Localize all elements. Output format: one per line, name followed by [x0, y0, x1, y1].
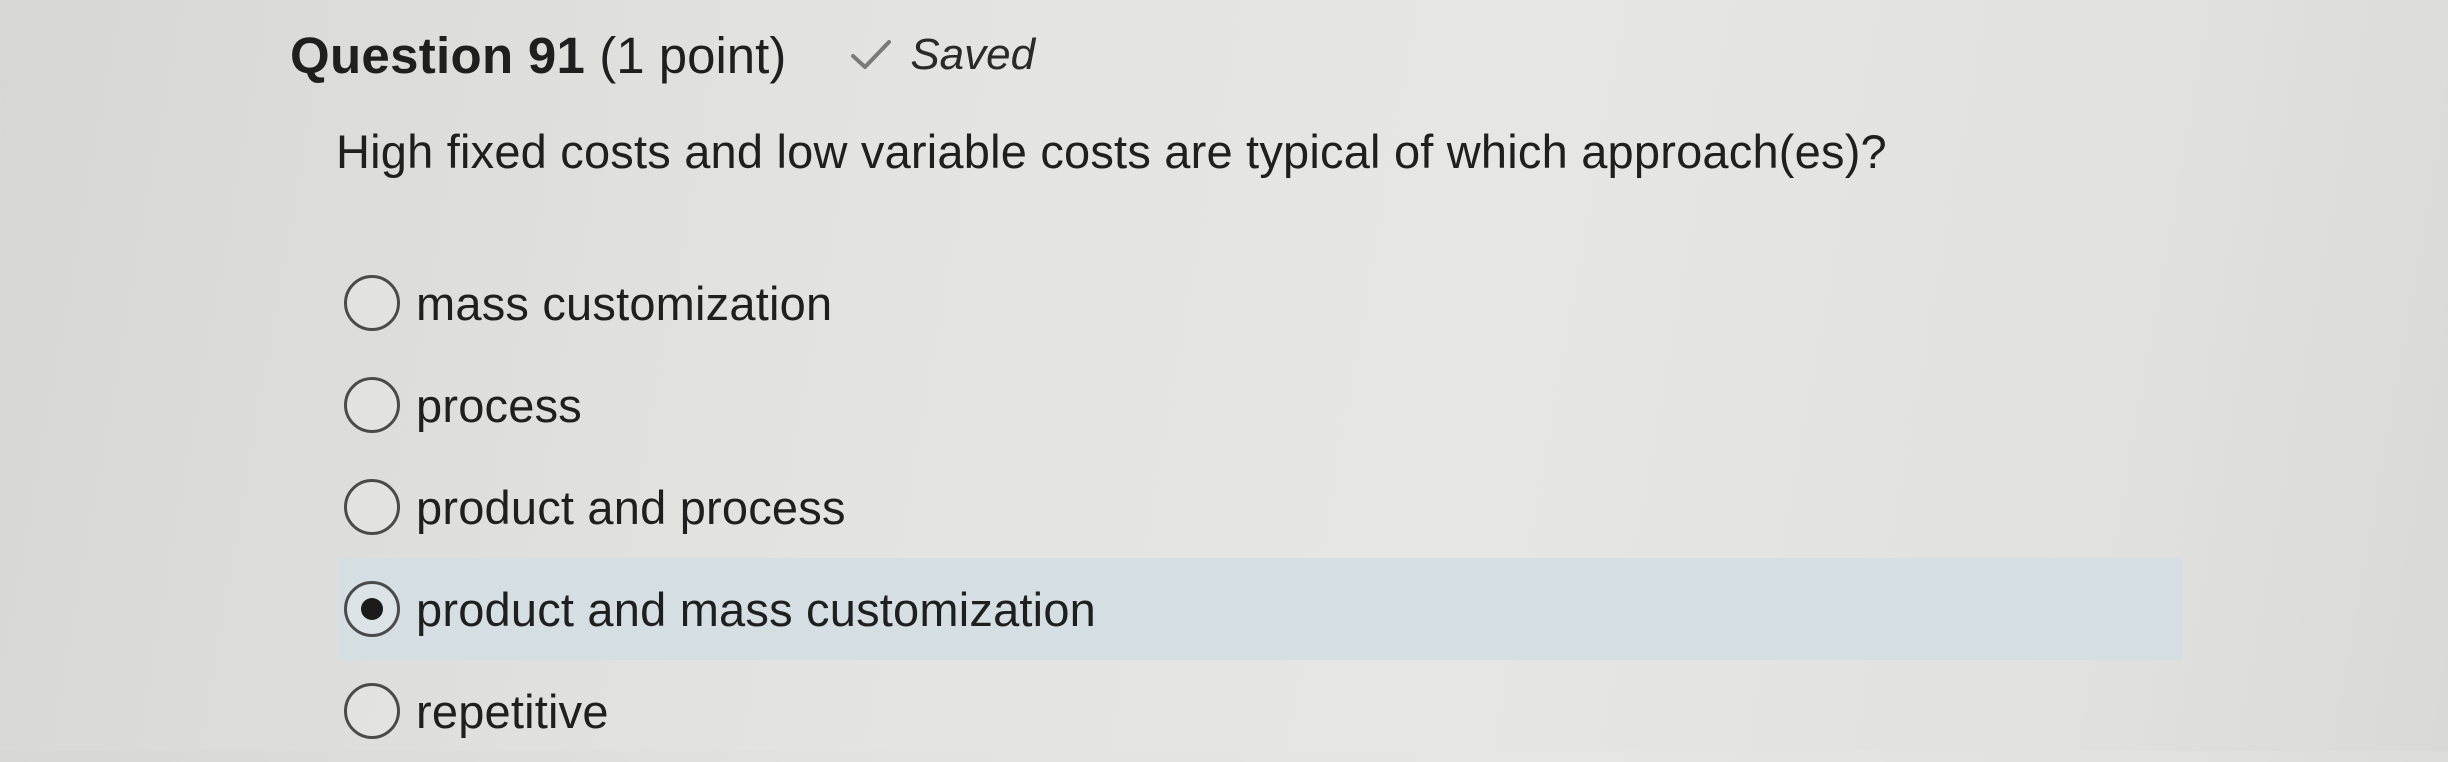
question-points: (1 point) [599, 26, 787, 84]
option-label[interactable]: repetitive [416, 684, 609, 739]
radio-button-selected[interactable] [344, 581, 400, 637]
option-product-and-mass-customization[interactable]: product and mass customization [338, 558, 2182, 660]
saved-status-text: Saved [910, 30, 1036, 79]
radio-selected-dot [361, 598, 383, 620]
option-process[interactable]: process [338, 354, 2182, 456]
option-label[interactable]: process [416, 378, 582, 433]
option-product-and-process[interactable]: product and process [338, 456, 2182, 558]
option-label[interactable]: product and mass customization [416, 582, 1096, 637]
option-label[interactable]: mass customization [416, 276, 832, 331]
answer-options: mass customization process product and p… [338, 252, 2182, 762]
radio-button[interactable] [344, 683, 400, 739]
radio-button[interactable] [344, 479, 400, 535]
question-title: Question 91 [290, 26, 586, 84]
option-label[interactable]: product and process [416, 480, 846, 535]
option-repetitive[interactable]: repetitive [338, 660, 2182, 762]
save-status: Saved [850, 30, 1035, 80]
question-header: Question 91 (1 point) Saved [290, 20, 1035, 90]
radio-button[interactable] [344, 377, 400, 433]
check-icon [851, 40, 892, 69]
question-prompt: High fixed costs and low variable costs … [336, 125, 1887, 178]
option-mass-customization[interactable]: mass customization [338, 252, 2182, 354]
radio-button[interactable] [344, 275, 400, 331]
